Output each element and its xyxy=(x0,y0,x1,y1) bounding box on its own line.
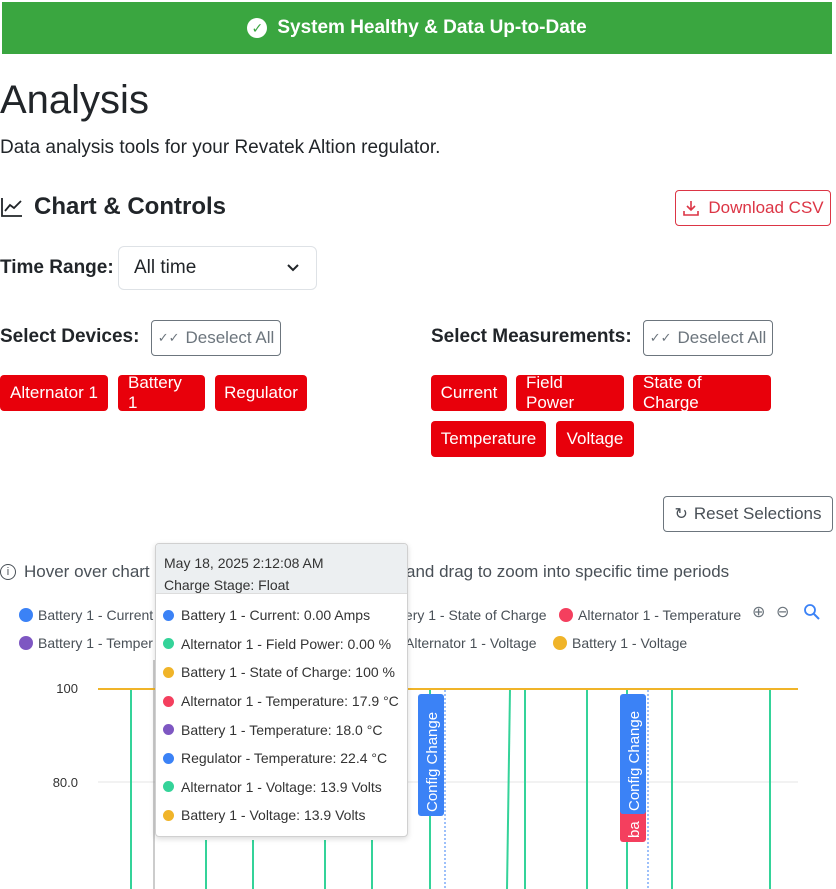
time-range-select[interactable]: All time xyxy=(118,246,317,290)
zoom-search-icon[interactable] xyxy=(803,603,821,621)
tooltip-dot xyxy=(163,752,174,764)
download-icon xyxy=(683,201,700,216)
tooltip-date: May 18, 2025 2:12:08 AM xyxy=(164,555,324,571)
measurement-chip-temperature[interactable]: Temperature xyxy=(431,421,546,457)
device-chip-alternator-1[interactable]: Alternator 1 xyxy=(0,375,108,411)
legend-dot xyxy=(19,636,33,650)
reset-selections-button[interactable]: ↻ Reset Selections xyxy=(663,496,833,532)
chart-hint-after: and drag to zoom into specific time peri… xyxy=(406,562,730,581)
legend-item[interactable]: Alternator 1 - Temperature xyxy=(559,607,741,623)
legend-dot xyxy=(559,608,573,622)
deselect-measurements-label: Deselect All xyxy=(677,328,767,347)
device-chip-battery-1[interactable]: Battery 1 xyxy=(118,373,205,412)
info-icon: i xyxy=(0,564,16,580)
annotation-partial-label: ba xyxy=(626,821,643,838)
section-header: Chart & Controls xyxy=(0,193,226,221)
page-title: Analysis xyxy=(0,78,149,122)
tooltip-dot xyxy=(163,609,174,621)
legend-dot xyxy=(553,636,567,650)
tooltip-dot xyxy=(163,695,174,707)
deselect-devices-button[interactable]: ✓✓ Deselect All xyxy=(151,320,281,356)
tooltip-dot xyxy=(163,638,174,650)
legend-label: Alternator 1 - Voltage xyxy=(405,635,537,651)
check-circle-icon: ✓ xyxy=(247,18,268,38)
chart-area[interactable]: 100 80.0 Config Change ba Config Change xyxy=(0,660,836,889)
section-title: Chart & Controls xyxy=(34,193,226,220)
legend-item[interactable]: Battery 1 - Current xyxy=(19,607,153,623)
zoom-out-icon[interactable]: ⊖ xyxy=(776,602,789,622)
reset-icon: ↻ xyxy=(674,506,688,523)
status-banner: ✓ System Healthy & Data Up-to-Date xyxy=(2,2,832,54)
status-banner-text: System Healthy & Data Up-to-Date xyxy=(277,17,587,38)
tooltip-row: Battery 1 - State of Charge: 100 % xyxy=(156,658,407,687)
tooltip-row: Battery 1 - Temperature: 18.0 °C xyxy=(156,715,407,744)
legend-label: Alternator 1 - Temperature xyxy=(578,607,742,623)
legend-item[interactable]: Battery 1 - Voltage xyxy=(553,635,687,651)
measurement-chip-current[interactable]: Current xyxy=(431,375,507,411)
legend-label: Battery 1 - Temper xyxy=(38,635,153,651)
tooltip-row: Alternator 1 - Field Power: 0.00 % xyxy=(156,630,407,659)
page-subtitle: Data analysis tools for your Revatek Alt… xyxy=(0,137,441,158)
tooltip-row: Alternator 1 - Temperature: 17.9 °C xyxy=(156,687,407,716)
deselect-devices-label: Deselect All xyxy=(185,328,275,347)
legend-label: Battery 1 - Current xyxy=(38,607,154,623)
measurement-chip-voltage[interactable]: Voltage xyxy=(556,421,634,457)
tooltip-row: Battery 1 - Current: 0.00 Amps xyxy=(156,601,407,630)
annotation-label: Config Change xyxy=(424,712,441,812)
tooltip-stage: Charge Stage: Float xyxy=(164,577,290,593)
tooltip-dot xyxy=(163,781,174,793)
tooltip-dot xyxy=(163,666,174,678)
download-csv-button[interactable]: Download CSV xyxy=(675,190,831,226)
tooltip-dot xyxy=(163,724,174,736)
annotation-label: Config Change xyxy=(626,711,643,811)
tooltip-row: Regulator - Temperature: 22.4 °C xyxy=(156,744,407,773)
chart-hint-before: Hover over chart xyxy=(24,562,150,581)
tooltip-header: May 18, 2025 2:12:08 AM Charge Stage: Fl… xyxy=(156,544,407,594)
legend-label: Battery 1 - Voltage xyxy=(572,635,688,651)
device-chip-regulator[interactable]: Regulator xyxy=(215,375,307,411)
double-check-icon: ✓✓ xyxy=(157,330,180,345)
y-tick-label: 80.0 xyxy=(53,775,78,790)
spike-line xyxy=(506,688,511,889)
legend-item[interactable]: Battery 1 - Temper xyxy=(19,635,153,651)
reset-selections-label: Reset Selections xyxy=(693,504,822,523)
select-measurements-label: Select Measurements: xyxy=(431,326,632,347)
line-chart-icon xyxy=(1,198,22,217)
tooltip-dot xyxy=(163,809,174,821)
measurement-chip-field-power[interactable]: Field Power xyxy=(516,373,624,412)
chart-hint: i Hover over chart xyxy=(0,562,150,582)
tooltip-row: Alternator 1 - Voltage: 13.9 Volts xyxy=(156,773,407,802)
chart-tooltip: May 18, 2025 2:12:08 AM Charge Stage: Fl… xyxy=(155,543,408,837)
double-check-icon: ✓✓ xyxy=(649,330,672,345)
download-csv-label: Download CSV xyxy=(708,198,824,217)
deselect-measurements-button[interactable]: ✓✓ Deselect All xyxy=(643,320,773,356)
time-range-label: Time Range: xyxy=(0,257,114,278)
tooltip-row: Battery 1 - Voltage: 13.9 Volts xyxy=(156,801,407,830)
select-devices-label: Select Devices: xyxy=(0,326,140,347)
legend-item[interactable]: Alternator 1 - Voltage xyxy=(386,635,537,651)
chevron-down-icon xyxy=(287,264,299,272)
legend-dot xyxy=(19,608,33,622)
y-tick-label: 100 xyxy=(56,681,78,696)
chart-hint-tail: and drag to zoom into specific time peri… xyxy=(406,562,729,582)
zoom-in-icon[interactable]: ⊕ xyxy=(752,602,765,622)
measurement-chip-state-of-charge[interactable]: State of Charge xyxy=(633,373,771,412)
time-range-value: All time xyxy=(134,257,197,278)
